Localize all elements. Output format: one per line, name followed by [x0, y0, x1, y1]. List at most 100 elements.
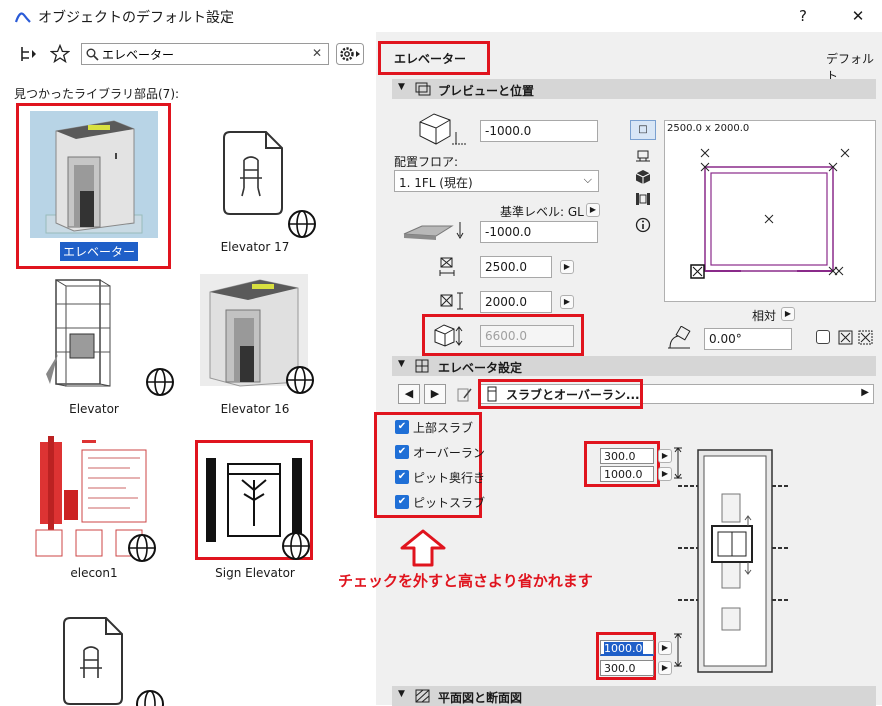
previous-page-button[interactable]: ◀	[398, 384, 420, 404]
elevator-thumbnail-icon	[30, 111, 158, 238]
settings-gear-icon[interactable]	[336, 43, 364, 65]
plan-section-icon	[415, 689, 430, 703]
search-input[interactable]	[102, 46, 307, 62]
checkbox-label: オーバーラン	[413, 446, 485, 460]
section-view-icon[interactable]	[635, 191, 651, 207]
search-icon	[86, 48, 99, 61]
object-document-icon	[223, 131, 316, 238]
library-item-elecon1[interactable]: elecon1	[20, 432, 170, 582]
slab-page-icon	[487, 386, 497, 402]
relative-menu-button[interactable]: ▶	[781, 307, 795, 321]
library-item-elevator-jp[interactable]: エレベーター	[16, 103, 171, 269]
preview-canvas[interactable]: 2500.0 x 2000.0	[664, 120, 876, 302]
elecon-thumbnail-icon	[30, 434, 158, 562]
library-item-elevator-17[interactable]: Elevator 17	[190, 110, 330, 260]
object-document-icon	[63, 617, 164, 706]
library-item-label: Elevator	[69, 402, 119, 416]
help-button[interactable]: ?	[793, 6, 813, 26]
next-page-button[interactable]: ▶	[424, 384, 446, 404]
library-item-generic[interactable]	[40, 610, 180, 706]
section-title: エレベータ設定	[438, 361, 523, 375]
checkbox-top-slab[interactable]: ✔ 上部スラブ	[395, 419, 485, 437]
found-items-label: 見つかったライブラリ部品(7):	[14, 87, 180, 101]
reference-offset-input[interactable]: -1000.0	[480, 221, 598, 243]
width-input[interactable]: 2500.0	[480, 256, 552, 278]
depth-input[interactable]: 2000.0	[480, 291, 552, 313]
plan-preview-drawing	[690, 148, 850, 279]
chevron-right-icon: ▶	[861, 387, 869, 398]
checkbox-overrun[interactable]: ✔ オーバーラン	[395, 444, 485, 462]
top-slab-menu-button[interactable]: ▶	[658, 449, 672, 463]
sign-elevator-thumbnail-icon	[204, 450, 310, 560]
elevator-16-thumbnail-icon	[200, 274, 314, 394]
pit-slab-input[interactable]: 300.0	[600, 660, 654, 676]
offset-input[interactable]: -1000.0	[480, 120, 598, 142]
library-item-elevator-16[interactable]: Elevator 16	[190, 272, 340, 422]
library-item-label: elecon1	[70, 566, 118, 580]
checkbox-checked-icon: ✔	[395, 445, 409, 459]
favorite-star-icon[interactable]	[50, 44, 70, 64]
mirror-y-icon[interactable]	[858, 330, 874, 346]
elevator-settings-icon	[415, 359, 429, 373]
library-item-elevator[interactable]: Elevator	[20, 272, 174, 422]
library-item-label: Elevator 17	[220, 240, 290, 254]
page-select-value: スラブとオーバーラン...	[506, 388, 640, 402]
overrun-menu-button[interactable]: ▶	[658, 467, 672, 481]
info-icon[interactable]	[635, 217, 651, 233]
preview-section-header[interactable]: ▼ プレビューと位置	[392, 79, 876, 99]
object-name-label: エレベーター	[394, 52, 467, 66]
library-item-sign-elevator[interactable]	[195, 440, 313, 560]
width-dimension-icon	[439, 257, 455, 276]
angle-input[interactable]: 0.00°	[704, 328, 792, 350]
elevator-frame-thumbnail-icon	[46, 279, 174, 396]
reference-level-label: 基準レベル: GL	[500, 205, 584, 219]
collapse-arrow-icon: ▼	[398, 689, 405, 699]
pit-depth-input[interactable]: 1000.0	[600, 640, 654, 656]
checkbox-label: ピットスラブ	[413, 496, 486, 510]
floor-label: 配置フロア:	[394, 155, 459, 169]
pit-slab-menu-button[interactable]: ▶	[658, 661, 672, 675]
plan-view-button[interactable]: □	[630, 120, 656, 140]
up-arrow-icon	[400, 529, 446, 567]
floor-select[interactable]: 1. 1FL (現在) ⌵	[394, 170, 599, 192]
section-title: 平面図と断面図	[438, 691, 523, 705]
width-menu-button[interactable]: ▶	[560, 260, 574, 274]
pit-depth-menu-button[interactable]: ▶	[658, 641, 672, 655]
level-slab-icon	[403, 222, 464, 240]
relative-label: 相対	[752, 309, 777, 323]
search-box[interactable]: ✕	[81, 43, 329, 65]
library-tree-icon[interactable]	[18, 44, 40, 64]
elevation-view-icon[interactable]	[635, 148, 651, 164]
mirror-checkbox[interactable]	[816, 330, 830, 344]
overrun-input[interactable]: 1000.0	[600, 466, 654, 482]
library-item-label: Sign Elevator	[215, 566, 295, 580]
checkbox-checked-icon: ✔	[395, 470, 409, 484]
app-logo-icon	[14, 12, 31, 23]
top-slab-input[interactable]: 300.0	[600, 448, 654, 464]
3d-view-icon[interactable]	[635, 169, 651, 185]
checkbox-label: ピット奥行き	[413, 471, 486, 485]
checkbox-pit-depth[interactable]: ✔ ピット奥行き	[395, 469, 485, 487]
section-title: プレビューと位置	[438, 84, 535, 98]
rotation-angle-icon	[668, 326, 691, 349]
close-button[interactable]: ✕	[848, 6, 868, 26]
checkbox-label: 上部スラブ	[413, 421, 474, 435]
elevator-settings-section-header[interactable]: ▼ エレベータ設定	[392, 356, 876, 376]
offset-box-icon	[419, 113, 466, 145]
clear-search-icon[interactable]: ✕	[312, 46, 322, 60]
plan-section-header[interactable]: ▼ 平面図と断面図	[392, 686, 876, 706]
reference-level-menu-button[interactable]: ▶	[586, 203, 600, 217]
depth-menu-button[interactable]: ▶	[560, 295, 574, 309]
preview-position-icon	[415, 82, 431, 96]
mirror-x-icon[interactable]	[838, 330, 854, 346]
checkbox-pit-slab[interactable]: ✔ ピットスラブ	[395, 494, 485, 512]
library-item-label: エレベーター	[60, 242, 139, 261]
checkbox-checked-icon: ✔	[395, 495, 409, 509]
elevator-section-diagram	[674, 447, 788, 673]
annotation-note: チェックを外すと高さより省かれます	[338, 572, 593, 590]
height-box-icon	[434, 324, 463, 347]
checkbox-checked-icon: ✔	[395, 420, 409, 434]
height-input[interactable]: 6600.0	[480, 325, 574, 347]
chevron-down-icon: ⌵	[583, 173, 592, 186]
edit-page-icon[interactable]	[456, 386, 474, 404]
